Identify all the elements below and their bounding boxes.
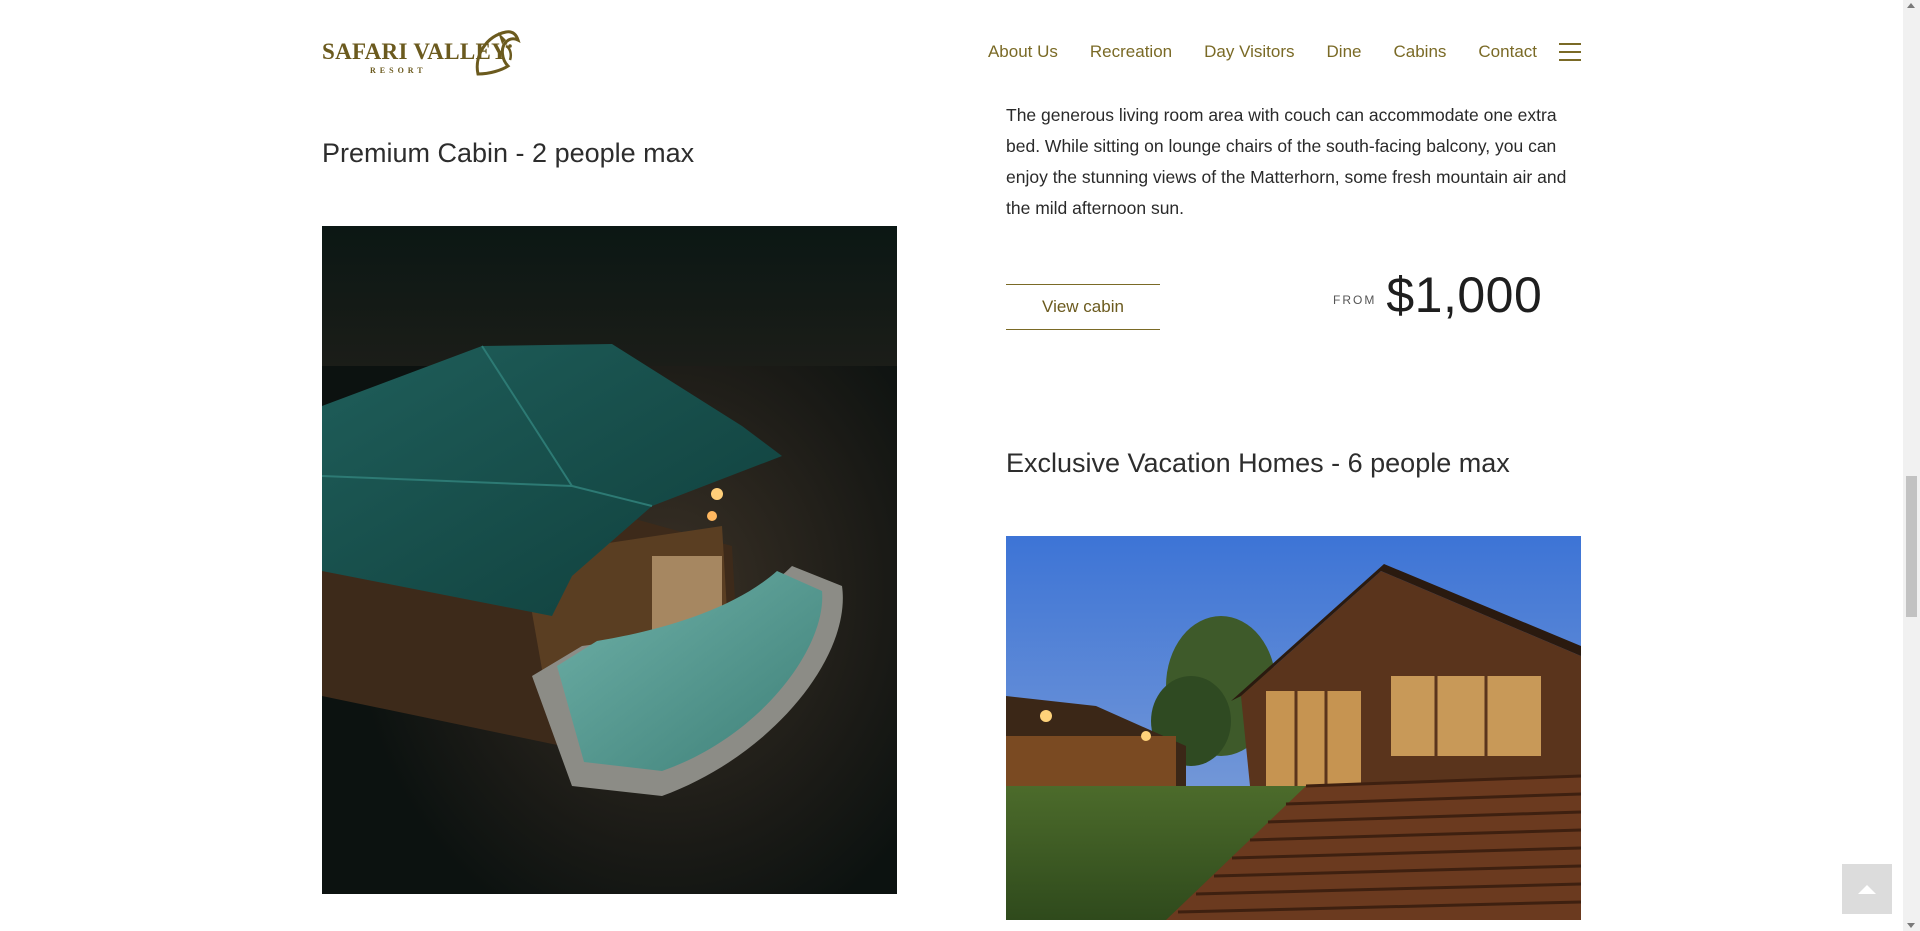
price-block: FROM $1,000 xyxy=(1333,266,1542,324)
logo-tagline: RESORT xyxy=(370,66,427,75)
nav-cabins[interactable]: Cabins xyxy=(1393,42,1446,62)
main-nav: About Us Recreation Day Visitors Dine Ca… xyxy=(988,40,1581,64)
premium-cabin-photo xyxy=(322,226,897,894)
scroll-up-arrow-icon[interactable] xyxy=(1907,3,1915,8)
cabin-image-exclusive[interactable] xyxy=(1006,536,1581,920)
nav-recreation[interactable]: Recreation xyxy=(1090,42,1172,62)
site-header: SAFARI VALLEY RESORT About Us Recreation… xyxy=(0,0,1903,96)
logo[interactable]: SAFARI VALLEY RESORT xyxy=(322,26,522,78)
cabin-image-premium[interactable] xyxy=(322,226,897,894)
price-amount: $1,000 xyxy=(1386,267,1543,323)
rhino-icon xyxy=(475,30,521,76)
chevron-up-icon xyxy=(1858,884,1876,894)
cabin-title: Premium Cabin - 2 people max xyxy=(322,138,695,168)
view-cabin-button[interactable]: View cabin xyxy=(1006,284,1160,330)
nav-contact[interactable]: Contact xyxy=(1478,42,1537,62)
vacation-home-photo xyxy=(1006,536,1581,920)
nav-day-visitors[interactable]: Day Visitors xyxy=(1204,42,1294,62)
cabin-title: Exclusive Vacation Homes - 6 people max xyxy=(1006,448,1510,478)
cabin-description: The generous living room area with couch… xyxy=(1006,105,1567,218)
scroll-down-arrow-icon[interactable] xyxy=(1907,923,1915,928)
back-to-top-button[interactable] xyxy=(1842,864,1892,914)
nav-about-us[interactable]: About Us xyxy=(988,42,1058,62)
nav-dine[interactable]: Dine xyxy=(1327,42,1362,62)
page: SAFARI VALLEY RESORT About Us Recreation… xyxy=(0,0,1903,931)
hamburger-icon[interactable] xyxy=(1559,43,1581,61)
scrollbar[interactable] xyxy=(1903,0,1920,931)
scrollbar-thumb[interactable] xyxy=(1906,476,1917,617)
price-prefix: FROM xyxy=(1333,293,1377,307)
